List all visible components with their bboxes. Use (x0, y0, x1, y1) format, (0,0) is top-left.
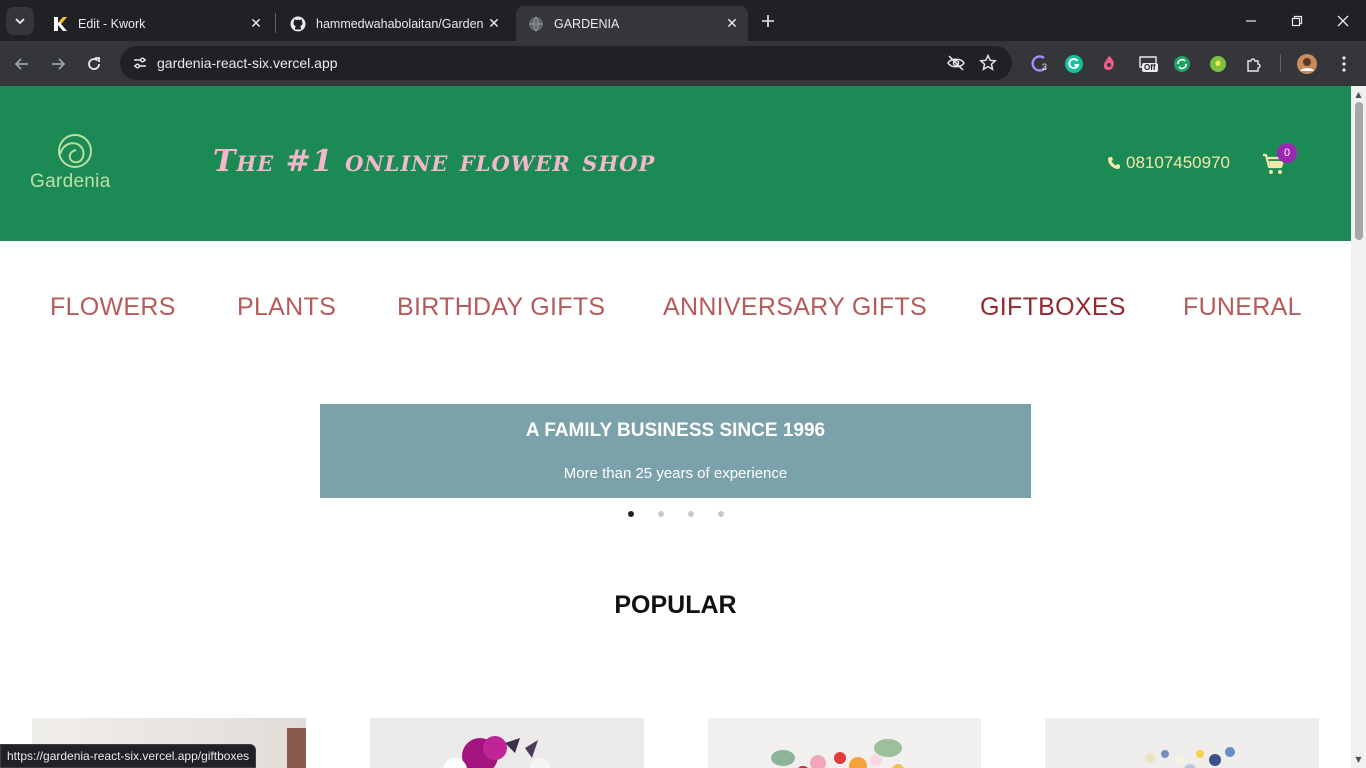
profile-avatar[interactable] (1296, 53, 1318, 75)
toolbar-divider (1280, 54, 1281, 72)
category-nav: FLOWERS PLANTS BIRTHDAY GIFTS ANNIVERSAR… (0, 293, 1351, 329)
plus-icon (762, 15, 774, 27)
nav-funeral[interactable]: FUNERAL (1183, 293, 1302, 322)
carousel-dot-3[interactable] (688, 511, 694, 517)
tab-title: GARDENIA (554, 16, 620, 31)
product-card-3[interactable] (708, 718, 981, 768)
close-tab-icon[interactable]: ✕ (722, 14, 742, 34)
puzzle-extensions-icon[interactable] (1243, 53, 1265, 75)
logo-text[interactable]: Gardenia (30, 171, 111, 193)
browser-tab-github[interactable]: hammedwahabolaitan/Gardenia ✕ (278, 6, 510, 41)
tab-title: Edit - Kwork (78, 16, 146, 31)
header-tagline: The #1 online flower shop (213, 144, 656, 179)
pink-extension-icon[interactable] (1098, 53, 1120, 75)
scroll-down-icon[interactable]: ▼ (1354, 755, 1363, 764)
site-settings-icon[interactable] (128, 51, 152, 75)
browser-tab-kwork[interactable]: Edit - Kwork ✕ (40, 6, 272, 41)
page-scrollbar[interactable]: ▲ ▼ (1351, 86, 1366, 768)
blue-wildflower-bouquet-image (1045, 718, 1319, 768)
phone-icon (1106, 155, 1122, 171)
close-icon (1337, 15, 1349, 26)
off-badge: Off (1142, 63, 1158, 72)
page-viewport: Gardenia The #1 online flower shop 08107… (0, 86, 1351, 768)
reload-icon (88, 57, 100, 70)
forward-button[interactable] (45, 51, 71, 77)
url-text[interactable]: gardenia-react-six.vercel.app (157, 55, 338, 71)
phone-text: 08107450970 (1126, 153, 1231, 172)
carousel-dot-4[interactable] (718, 511, 724, 517)
green-sync-extension-icon[interactable] (1171, 53, 1193, 75)
minimize-icon (1246, 19, 1256, 22)
hero-subtitle: More than 25 years of experience (563, 465, 788, 482)
carousel-dot-2[interactable] (658, 511, 664, 517)
address-bar[interactable]: gardenia-react-six.vercel.app (120, 46, 1012, 80)
site-header: Gardenia The #1 online flower shop 08107… (0, 86, 1351, 241)
arrow-left-icon (14, 58, 28, 70)
restore-button[interactable] (1274, 0, 1320, 41)
lightbulb-extension-icon[interactable] (1207, 53, 1229, 75)
extension-circle-icon[interactable]: 3 (1028, 53, 1050, 75)
hero-title: A FAMILY BUSINESS SINCE 1996 (525, 420, 826, 441)
arrow-right-icon (52, 58, 66, 70)
nav-anniversary-gifts[interactable]: ANNIVERSARY GIFTS (663, 293, 927, 322)
new-tab-button[interactable] (756, 9, 780, 33)
globe-icon (528, 16, 544, 32)
carousel-dots (620, 509, 740, 519)
carousel-dot-1[interactable] (628, 511, 634, 517)
reload-button[interactable] (81, 51, 107, 77)
bookmark-star-icon[interactable] (978, 53, 998, 73)
nav-birthday-gifts[interactable]: BIRTHDAY GIFTS (397, 293, 605, 322)
close-tab-icon[interactable]: ✕ (484, 14, 504, 34)
browser-toolbar: gardenia-react-six.vercel.app 3 Off (0, 41, 1366, 86)
close-tab-icon[interactable]: ✕ (246, 14, 266, 34)
eye-off-icon[interactable] (946, 53, 966, 73)
purple-bouquet-image (370, 718, 644, 768)
tab-divider (275, 13, 276, 33)
product-card-4[interactable] (1045, 718, 1319, 768)
tab-search-button[interactable] (6, 7, 34, 35)
minimize-button[interactable] (1228, 0, 1274, 41)
close-window-button[interactable] (1320, 0, 1366, 41)
grammarly-icon[interactable] (1063, 53, 1085, 75)
scroll-up-icon[interactable]: ▲ (1354, 90, 1363, 99)
restore-icon (1291, 15, 1303, 26)
browser-tab-gardenia[interactable]: GARDENIA ✕ (516, 6, 748, 41)
cart-count-badge: 0 (1277, 143, 1297, 163)
kwork-k-icon (52, 16, 68, 32)
scrollbar-thumb[interactable] (1355, 102, 1363, 240)
link-status-bubble: https://gardenia-react-six.vercel.app/gi… (0, 744, 257, 768)
popular-heading: POPULAR (614, 591, 737, 619)
tab-title: hammedwahabolaitan/Gardenia (316, 16, 484, 31)
off-extension-icon[interactable]: Off (1136, 53, 1162, 75)
phone-number[interactable]: 08107450970 (1106, 153, 1230, 173)
back-button[interactable] (9, 51, 35, 77)
nav-giftboxes[interactable]: GIFTBOXES (980, 293, 1126, 322)
kebab-menu-icon[interactable] (1333, 53, 1355, 75)
extension-count-badge: 3 (1042, 62, 1048, 72)
product-card-2[interactable] (370, 718, 644, 768)
browser-tab-strip: Edit - Kwork ✕ hammedwahabolaitan/Garden… (0, 0, 1366, 41)
nav-flowers[interactable]: FLOWERS (50, 293, 176, 322)
colorful-bouquet-image (708, 718, 981, 768)
hero-carousel-slide[interactable]: A FAMILY BUSINESS SINCE 1996 More than 2… (320, 404, 1031, 498)
github-icon (290, 16, 306, 32)
nav-plants[interactable]: PLANTS (237, 293, 336, 322)
chevron-down-icon (15, 18, 25, 25)
